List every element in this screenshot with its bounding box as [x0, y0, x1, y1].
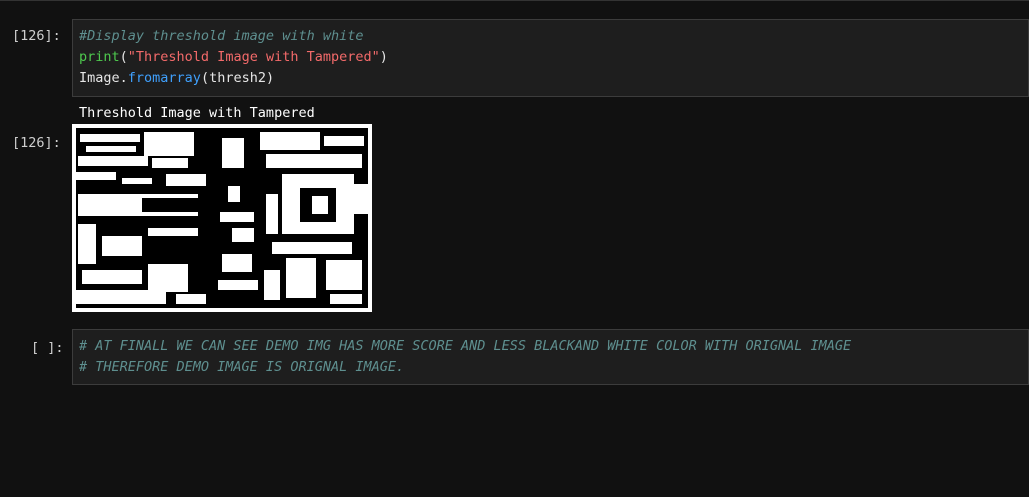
notebook-top-border — [0, 0, 1029, 1]
cell-1-input-prompt: [126]: — [12, 28, 61, 44]
cell-2-code-editor[interactable]: # AT FINALL WE CAN SEE DEMO IMG HAS MORE… — [72, 329, 1029, 385]
fromarray-method: fromarray — [127, 70, 201, 86]
comment-line-2: # THEREFORE DEMO IMAGE IS ORIGNAL IMAGE. — [79, 359, 405, 375]
code-comment: #Display threshold image with white — [79, 28, 364, 44]
paren-open: ( — [119, 49, 128, 65]
comment-line-1: # AT FINALL WE CAN SEE DEMO IMG HAS MORE… — [79, 338, 852, 354]
code-image-line: Image.fromarray(thresh2) — [79, 68, 274, 89]
print-string: "Threshold Image with Tampered" — [127, 49, 380, 65]
cell-1-code-editor[interactable]: #Display threshold image with white prin… — [72, 19, 1029, 97]
print-keyword: print — [79, 49, 120, 65]
method-args: (thresh2) — [200, 70, 275, 86]
code-print-line: print("Threshold Image with Tampered") — [79, 47, 388, 68]
threshold-image-output — [72, 124, 372, 312]
cell-1-stdout: Threshold Image with Tampered — [79, 105, 315, 121]
cell-1-output-prompt: [126]: — [12, 135, 61, 151]
image-object: Image — [79, 70, 120, 86]
cell-2-input-prompt: [ ]: — [31, 340, 64, 356]
dot-operator: . — [119, 70, 128, 86]
paren-close: ) — [379, 49, 388, 65]
